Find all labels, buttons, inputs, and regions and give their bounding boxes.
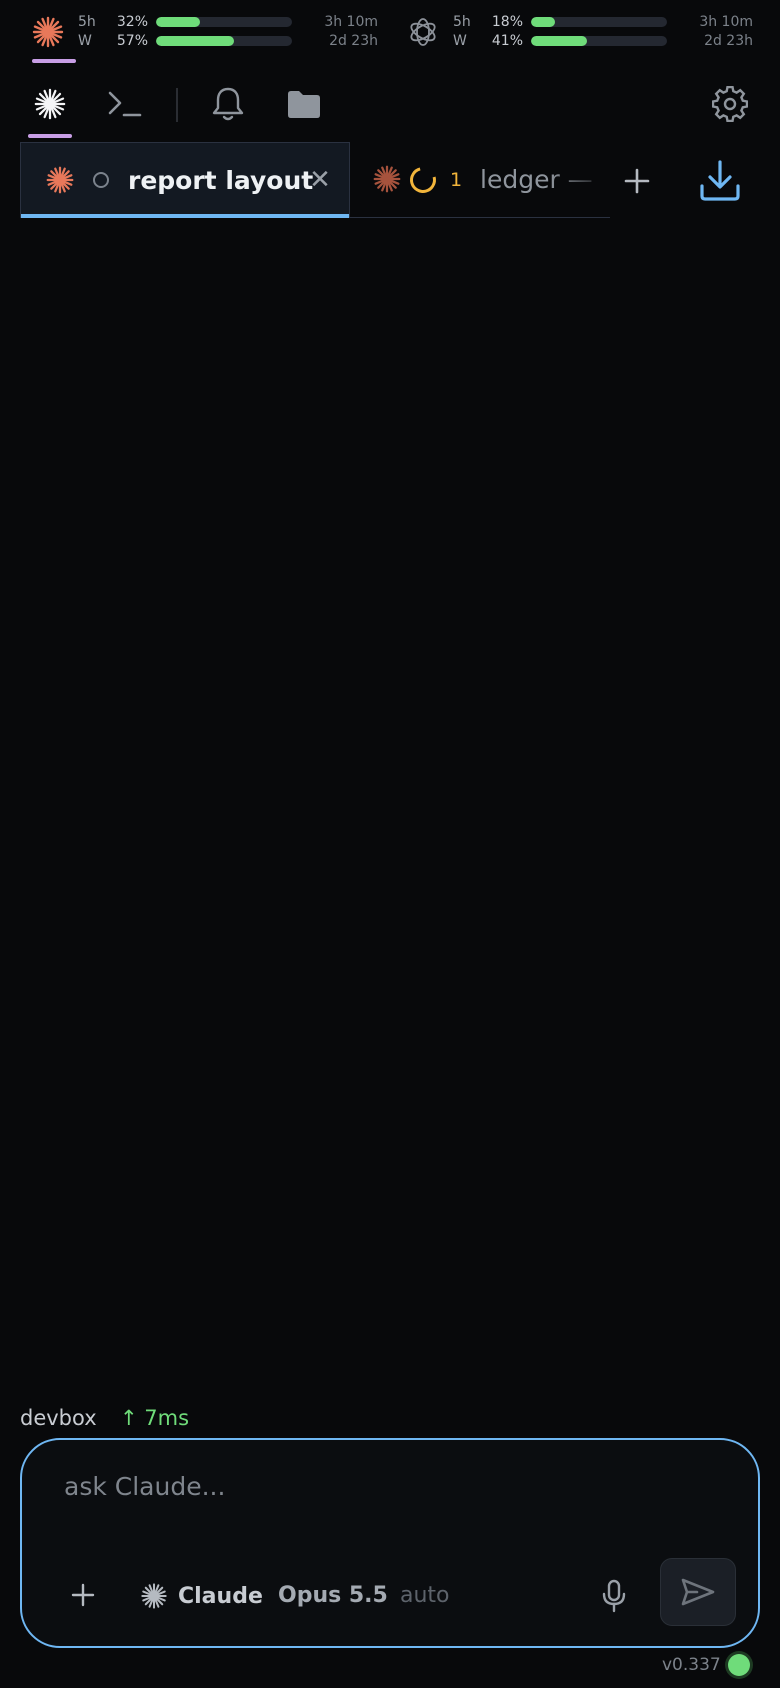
usage-reset-time: 2d 23h	[704, 33, 753, 49]
connection-info: devbox ↑ 7ms	[20, 1404, 420, 1432]
usage-fill	[156, 17, 200, 27]
session-tabs: report layout ✕ 1 ledger —	[20, 142, 760, 218]
usage-percent: 41%	[491, 33, 523, 49]
usage-label: W	[453, 33, 467, 49]
sparkle-icon	[141, 1583, 167, 1609]
usage-reset-time: 3h 10m	[699, 14, 753, 30]
voice-input-button[interactable]	[592, 1574, 636, 1618]
usage-fill	[531, 36, 587, 46]
usage-track	[531, 17, 667, 27]
send-icon	[681, 1578, 715, 1606]
agent-label: Claude	[178, 1583, 263, 1609]
usage-reset-time: 2d 23h	[329, 33, 378, 49]
usage-row-weekly: W 57% 2d 23h	[78, 32, 378, 50]
usage-row-weekly: W 41% 2d 23h	[453, 32, 753, 50]
files-button[interactable]	[280, 80, 328, 128]
notifications-button[interactable]	[204, 80, 252, 128]
agents-view-button[interactable]	[26, 80, 74, 128]
usage-track	[156, 17, 292, 27]
plus-icon	[71, 1583, 95, 1607]
usage-percent: 32%	[116, 14, 148, 30]
claude-icon	[46, 166, 74, 194]
usage-label: 5h	[78, 14, 96, 30]
usage-fill	[531, 17, 556, 27]
gear-icon	[712, 86, 748, 122]
usage-reset-time: 3h 10m	[324, 14, 378, 30]
toolbar-divider	[176, 88, 178, 122]
sparkle-icon	[34, 88, 66, 120]
tab-pending-count: 1	[450, 169, 463, 191]
usage-track	[156, 36, 292, 46]
attach-button[interactable]	[62, 1574, 104, 1616]
folder-icon	[288, 91, 320, 118]
usage-row-5h: 5h 18% 3h 10m	[453, 13, 753, 31]
new-tab-button[interactable]	[612, 156, 662, 206]
claude-icon	[32, 16, 64, 48]
microphone-icon	[602, 1579, 626, 1613]
active-provider-indicator	[32, 59, 76, 63]
conversation-area	[0, 220, 780, 1400]
app-version: v0.337	[662, 1655, 721, 1675]
top-toolbar	[0, 70, 780, 138]
usage-percent: 18%	[491, 14, 523, 30]
prompt-composer: Claude Opus 5.5 auto	[20, 1438, 760, 1648]
running-spinner-icon	[405, 162, 441, 198]
usage-bar: 5h 32% 3h 10m W 57% 2d 23h 5h 18% 3h 10m	[0, 0, 780, 63]
tab-ledger[interactable]: 1 ledger —	[350, 142, 610, 218]
bell-icon	[212, 87, 244, 121]
tab-overflow-fade	[550, 142, 610, 217]
idle-status-icon	[93, 172, 109, 188]
close-icon[interactable]: ✕	[303, 163, 337, 197]
download-icon	[700, 160, 740, 201]
prompt-input[interactable]	[62, 1466, 702, 1506]
terminal-icon	[108, 91, 142, 117]
download-button[interactable]	[692, 152, 748, 208]
terminal-button[interactable]	[102, 80, 150, 128]
mode-selector[interactable]: auto	[400, 1580, 450, 1612]
connection-status-indicator	[728, 1654, 750, 1676]
settings-button[interactable]	[706, 80, 754, 128]
active-tab-indicator	[21, 214, 349, 218]
tab-title: report layout	[128, 166, 314, 195]
plus-icon	[624, 168, 650, 194]
agent-selector[interactable]: Claude	[140, 1576, 263, 1616]
usage-label: 5h	[453, 14, 471, 30]
usage-row-5h: 5h 32% 3h 10m	[78, 13, 378, 31]
claude-icon	[373, 165, 401, 193]
usage-track	[531, 36, 667, 46]
usage-label: W	[78, 33, 92, 49]
active-view-indicator	[28, 134, 72, 138]
usage-fill	[156, 36, 234, 46]
openai-icon	[410, 18, 436, 46]
model-selector[interactable]: Opus 5.5	[278, 1580, 388, 1612]
host-name: devbox	[20, 1406, 97, 1430]
tab-report-layout[interactable]: report layout ✕	[20, 142, 350, 218]
latency-indicator: ↑ 7ms	[120, 1406, 190, 1430]
usage-percent: 57%	[116, 33, 148, 49]
send-button[interactable]	[660, 1558, 736, 1626]
